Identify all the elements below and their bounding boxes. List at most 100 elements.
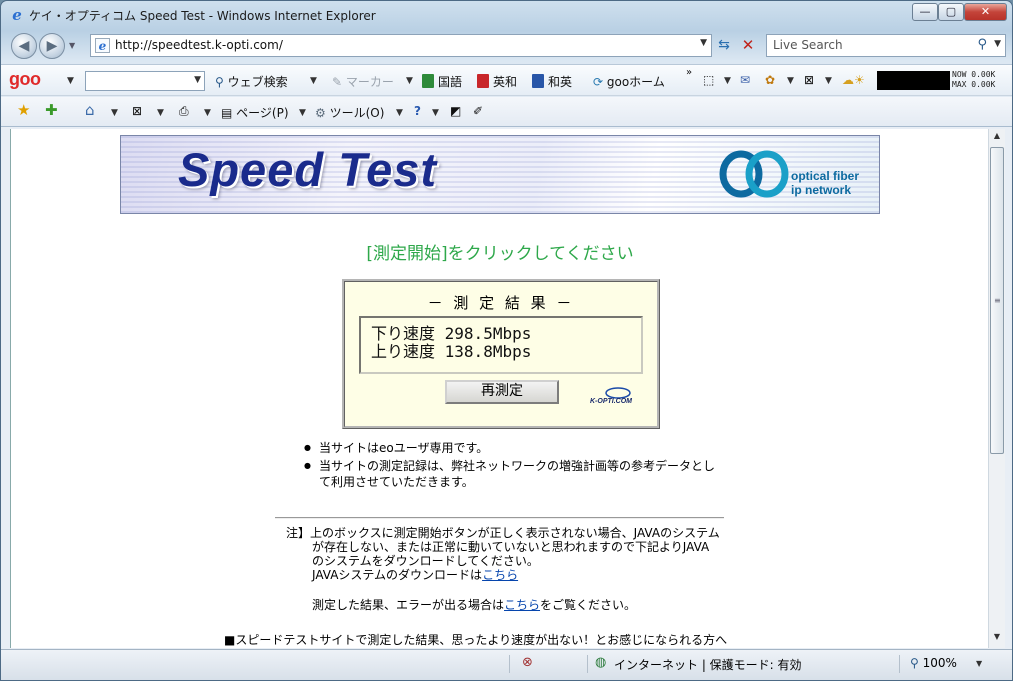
- status-divider: [587, 655, 588, 673]
- gear-icon: ⚙: [315, 106, 330, 120]
- address-url[interactable]: http://speedtest.k-opti.com/: [115, 38, 283, 52]
- home-dropdown-icon[interactable]: ▼: [111, 108, 118, 118]
- print-dropdown-icon[interactable]: ▼: [204, 108, 211, 118]
- search-magnifier-icon[interactable]: ⚲: [977, 37, 987, 52]
- minimize-button[interactable]: —: [912, 3, 938, 21]
- back-button[interactable]: ◀: [11, 33, 37, 59]
- error-note: 測定した結果、エラーが出る場合はこちらをご覧ください。: [312, 598, 637, 612]
- maximize-button[interactable]: ▢: [938, 3, 964, 21]
- zoom-magnifier-icon: ⚲: [910, 656, 919, 670]
- status-divider: [899, 655, 900, 673]
- page-icon: ▤: [221, 106, 237, 120]
- stop-icon[interactable]: ✕: [737, 34, 759, 57]
- feed-menu-dropdown-icon[interactable]: ▼: [157, 108, 164, 118]
- list-item: 当サイトはeoユーザ専用です。: [302, 440, 722, 456]
- command-bar: ★ ✚ ⌂ ▼ ⊠ ▼ ⎙ ▼ ▤ ページ(P) ▼ ⚙ ツール(O) ▼ ? …: [1, 97, 1012, 127]
- retest-button[interactable]: 再測定: [445, 380, 559, 404]
- window-icon[interactable]: ⬚: [703, 73, 714, 87]
- address-dropdown-icon[interactable]: ▼: [700, 38, 707, 48]
- scroll-down-icon[interactable]: ▼: [989, 632, 1005, 646]
- tools-menu[interactable]: ⚙ ツール(O): [315, 104, 384, 121]
- book-red-icon: [477, 74, 489, 88]
- alert-icon[interactable]: ✿: [765, 73, 775, 87]
- web-search-dropdown-icon[interactable]: ▼: [310, 76, 317, 86]
- search-input[interactable]: Live Search: [773, 38, 843, 52]
- print-icon[interactable]: ⎙: [179, 104, 189, 119]
- feed-dropdown-icon[interactable]: ▼: [825, 76, 832, 86]
- mail-icon[interactable]: ✉: [740, 73, 750, 87]
- scroll-thumb[interactable]: ≡: [990, 147, 1004, 454]
- banner-title: Speed Test: [178, 143, 437, 196]
- page-menu[interactable]: ▤ ページ(P): [221, 104, 289, 121]
- zoom-level[interactable]: ⚲ 100%: [910, 656, 957, 670]
- upload-label: 上り速度: [371, 342, 436, 361]
- recent-pages-dropdown-icon[interactable]: ▼: [69, 41, 75, 50]
- svg-text:K-OPTI.COM: K-OPTI.COM: [590, 398, 632, 405]
- meter-display: [877, 71, 950, 90]
- add-favorite-icon[interactable]: ✚: [45, 101, 58, 119]
- help-dropdown-icon[interactable]: ▼: [432, 108, 439, 118]
- eiwa-dictionary-button[interactable]: 英和: [477, 73, 517, 90]
- goo-home-icon: ⟳: [593, 75, 607, 89]
- java-download-link[interactable]: こちら: [482, 568, 518, 582]
- security-zone[interactable]: インターネット | 保護モード: 有効: [614, 656, 802, 673]
- goo-logo[interactable]: goo: [9, 69, 41, 90]
- result-textarea[interactable]: 下り速度 298.5Mbps 上り速度 138.8Mbps: [359, 316, 643, 374]
- forward-button[interactable]: ▶: [39, 33, 65, 59]
- toolbar-overflow-icon[interactable]: »: [686, 67, 692, 78]
- privacy-report-icon[interactable]: ⊗: [522, 655, 533, 670]
- address-bar[interactable]: e http://speedtest.k-opti.com/ ▼: [90, 34, 712, 57]
- status-divider: [509, 655, 510, 673]
- kokugo-dictionary-button[interactable]: 国語: [422, 73, 462, 90]
- goo-input-dropdown-icon[interactable]: ▼: [194, 75, 201, 85]
- upload-value: 138.8Mbps: [444, 342, 532, 361]
- ie-logo-icon: e: [12, 6, 22, 24]
- goo-search-input[interactable]: ▼: [85, 71, 205, 91]
- page-content: Speed Test optical fiber ip network [測定開…: [10, 129, 988, 648]
- home-icon[interactable]: ⌂: [85, 101, 95, 119]
- goo-home-button[interactable]: ⟳ gooホーム: [593, 73, 665, 90]
- vertical-scrollbar[interactable]: ▲ ≡ ▼: [988, 129, 1005, 648]
- java-note: 注】上のボックスに測定開始ボタンが正しく表示されない場合、JAVAのシステム が…: [286, 526, 726, 582]
- blog-icon[interactable]: ✐: [473, 104, 483, 118]
- page-ie-icon: e: [95, 38, 110, 53]
- note-line: JAVAシステムのダウンロードはこちら: [312, 568, 519, 582]
- browser-window: e ケイ・オプティコム Speed Test - Windows Interne…: [0, 0, 1013, 681]
- marker-button[interactable]: ✎ マーカー: [332, 73, 394, 90]
- note-line: のシステムをダウンロードしてください。: [312, 554, 539, 568]
- horizontal-divider: [275, 517, 724, 519]
- window-dropdown-icon[interactable]: ▼: [724, 76, 731, 86]
- page-menu-dropdown-icon[interactable]: ▼: [299, 108, 306, 118]
- alert-dropdown-icon[interactable]: ▼: [787, 76, 794, 86]
- banner-subtitle-ip: ip network: [791, 183, 852, 197]
- magnifier-icon: ⚲: [215, 75, 228, 89]
- close-button[interactable]: ✕: [964, 3, 1007, 21]
- scroll-up-icon[interactable]: ▲: [989, 131, 1005, 145]
- web-search-button[interactable]: ⚲ ウェブ検索: [215, 73, 288, 90]
- speed-result-box: － 測 定 結 果 － 下り速度 298.5Mbps 上り速度 138.8Mbp…: [342, 279, 660, 429]
- optical-fiber-logo-icon: [719, 150, 789, 198]
- search-dropdown-icon[interactable]: ▼: [994, 39, 1001, 49]
- error-help-link[interactable]: こちら: [504, 598, 540, 612]
- favorites-star-icon[interactable]: ★: [17, 101, 30, 119]
- internet-globe-icon: ◍: [595, 655, 607, 670]
- feed-icon[interactable]: ⊠: [804, 73, 814, 87]
- zoom-dropdown-icon[interactable]: ▼: [976, 659, 982, 668]
- waei-dictionary-button[interactable]: 和英: [532, 73, 572, 90]
- research-icon[interactable]: ◩: [450, 104, 461, 118]
- refresh-icon[interactable]: ⇆: [713, 34, 735, 57]
- instruction-text: [測定開始]をクリックしてください: [366, 244, 634, 264]
- kopti-logo-icon: K-OPTI.COM: [590, 387, 632, 405]
- rss-feed-icon[interactable]: ⊠: [132, 104, 142, 118]
- help-icon[interactable]: ?: [414, 104, 421, 118]
- marker-dropdown-icon[interactable]: ▼: [406, 76, 413, 86]
- weather-icon[interactable]: ☁☀: [842, 73, 865, 87]
- banner-subtitle-optical: optical fiber: [791, 169, 860, 183]
- forward-arrow-icon: ▶: [46, 38, 58, 54]
- tools-menu-dropdown-icon[interactable]: ▼: [396, 108, 403, 118]
- goo-toolbar: goo ▼ ▼ ⚲ ウェブ検索 ▼ ✎ マーカー ▼ 国語 英和 和英 ⟳ go…: [1, 64, 1012, 96]
- marker-pen-icon: ✎: [332, 75, 346, 89]
- live-search-box[interactable]: Live Search ⚲ ▼: [766, 34, 1006, 57]
- goo-menu-dropdown-icon[interactable]: ▼: [67, 76, 74, 86]
- book-blue-icon: [532, 74, 544, 88]
